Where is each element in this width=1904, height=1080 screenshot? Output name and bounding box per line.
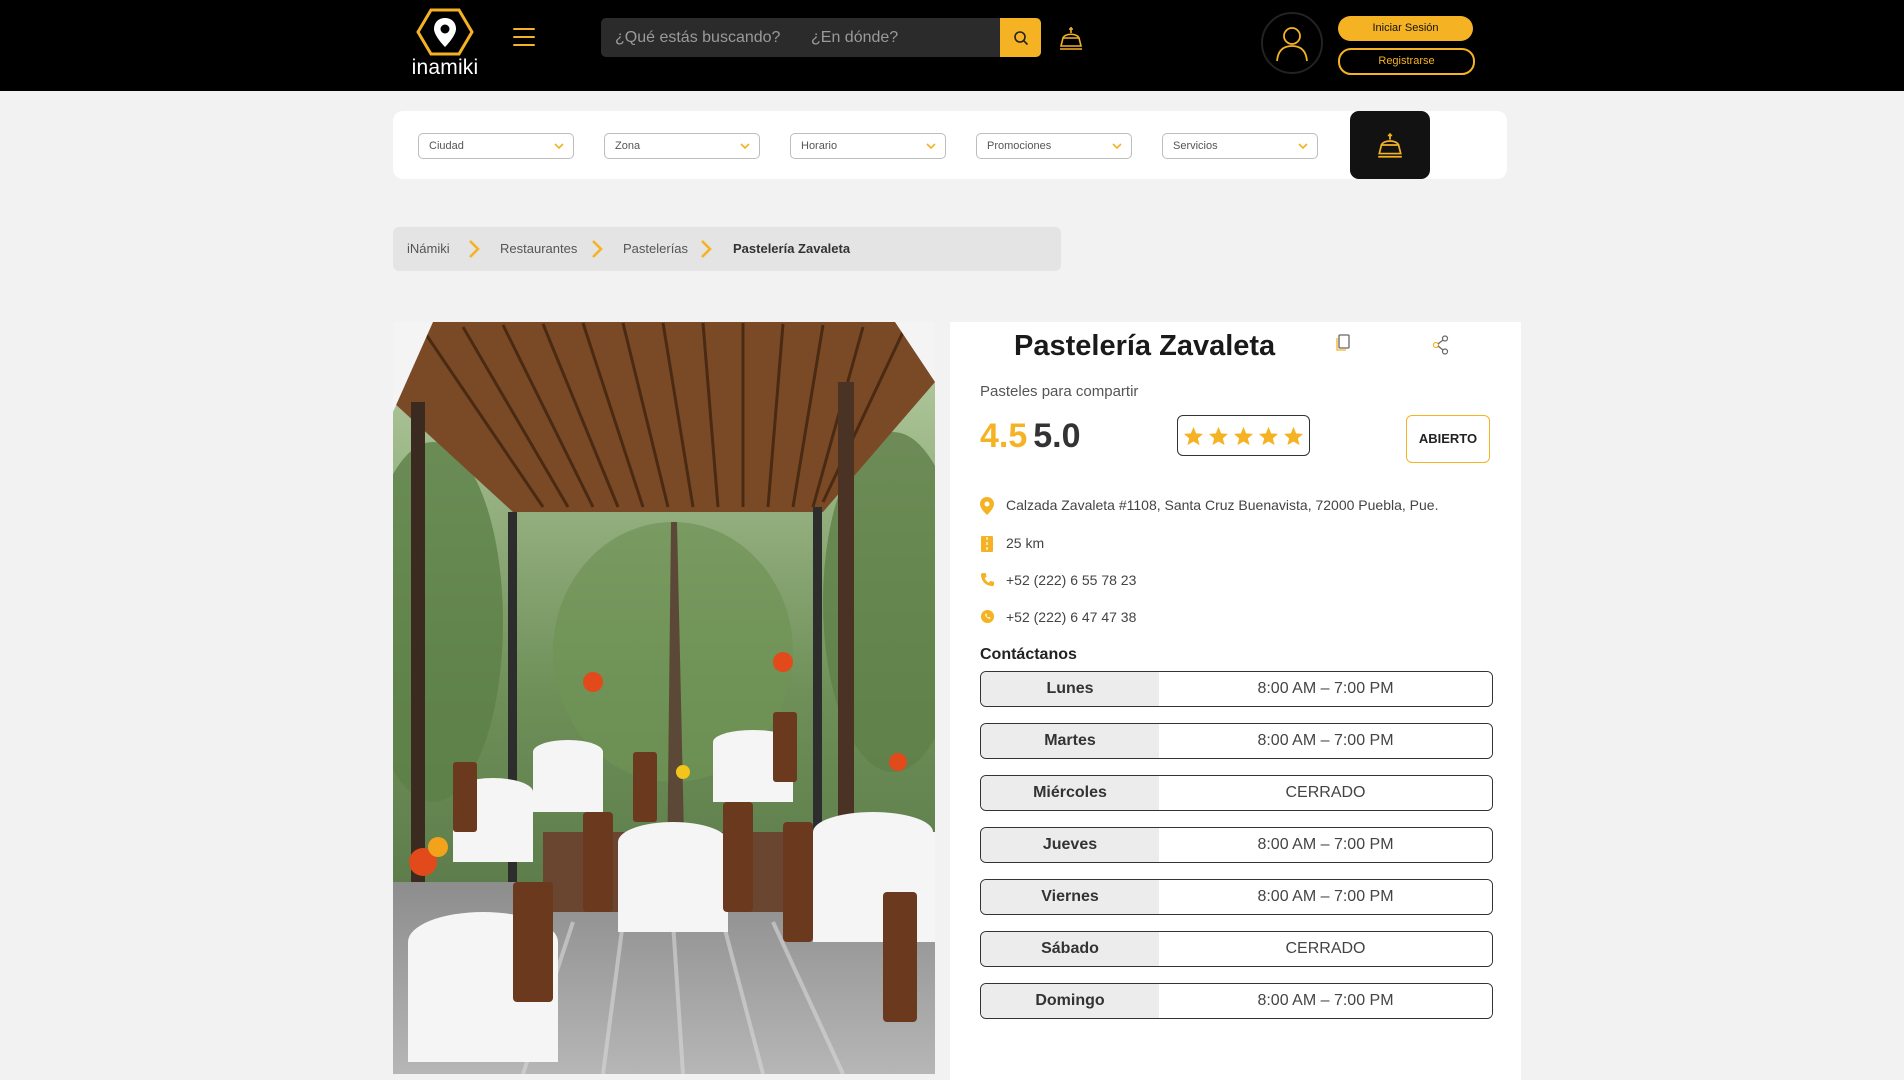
rating-max: 5.0 — [1033, 417, 1081, 455]
logo[interactable]: inamiki — [405, 8, 485, 83]
chevron-down-icon — [554, 143, 564, 150]
chevron-down-icon — [926, 143, 936, 150]
filter-label: Ciudad — [429, 140, 464, 152]
phone-icon — [980, 572, 995, 587]
hours-time: 8:00 AM – 7:00 PM — [1159, 828, 1492, 862]
login-button[interactable]: Iniciar Sesión — [1338, 16, 1473, 41]
filter-label: Servicios — [1173, 140, 1218, 152]
chevron-down-icon — [740, 143, 750, 150]
copy-icon[interactable] — [1335, 334, 1351, 352]
rating-value: 4.5 — [980, 417, 1028, 455]
star-icon — [1183, 426, 1204, 445]
chevron-down-icon — [1112, 143, 1122, 150]
breadcrumb-item-home[interactable]: iNámiki — [407, 227, 450, 271]
pastry-icon — [1378, 133, 1402, 158]
business-tagline: Pasteles para compartir — [980, 383, 1139, 400]
chevron-right-icon — [469, 240, 480, 258]
filter-apply-button[interactable] — [1350, 111, 1430, 179]
hours-time: CERRADO — [1159, 932, 1492, 966]
hours-time: 8:00 AM – 7:00 PM — [1159, 724, 1492, 758]
filter-ciudad[interactable]: Ciudad — [418, 133, 574, 159]
hours-section-title: Contáctanos — [980, 646, 1077, 663]
search-where-input[interactable] — [811, 18, 991, 57]
distance-icon — [981, 536, 993, 552]
pastry-icon[interactable] — [1058, 24, 1084, 52]
hours-day: Lunes — [981, 672, 1159, 706]
restaurant-terrace-image — [393, 322, 935, 1074]
address-text: Calzada Zavaleta #1108, Santa Cruz Buena… — [1006, 497, 1439, 513]
hours-row-jueves: Jueves 8:00 AM – 7:00 PM — [980, 827, 1493, 863]
star-icon — [1233, 426, 1254, 445]
chevron-right-icon — [701, 240, 712, 258]
phone-text[interactable]: +52 (222) 6 55 78 23 — [1006, 572, 1136, 588]
breadcrumb-item-pastelerias[interactable]: Pastelerías — [623, 227, 688, 271]
hours-time: 8:00 AM – 7:00 PM — [1159, 984, 1492, 1018]
hours-row-sabado: Sábado CERRADO — [980, 931, 1493, 967]
breadcrumb: iNámiki Restaurantes Pastelerías Pastele… — [393, 227, 1061, 271]
top-header: inamiki Iniciar Sesión Registrarse — [0, 0, 1904, 91]
hours-day: Viernes — [981, 880, 1159, 914]
status-badge: ABIERTO — [1406, 415, 1490, 463]
star-icon — [1208, 426, 1229, 445]
hours-day: Domingo — [981, 984, 1159, 1018]
star-icon — [1283, 426, 1304, 445]
hours-row-martes: Martes 8:00 AM – 7:00 PM — [980, 723, 1493, 759]
whatsapp-text[interactable]: +52 (222) 6 47 47 38 — [1006, 609, 1136, 625]
user-avatar[interactable] — [1261, 12, 1323, 74]
filter-label: Zona — [615, 140, 641, 152]
filter-zona[interactable]: Zona — [604, 133, 760, 159]
breadcrumb-item-current: Pastelería Zavaleta — [733, 241, 851, 256]
distance-text: 25 km — [1006, 535, 1045, 551]
location-pin-icon — [980, 497, 994, 515]
hours-row-domingo: Domingo 8:00 AM – 7:00 PM — [980, 983, 1493, 1019]
search-what-input[interactable] — [615, 18, 805, 57]
star-icon — [1258, 426, 1279, 445]
hours-row-lunes: Lunes 8:00 AM – 7:00 PM — [980, 671, 1493, 707]
hours-day: Miércoles — [981, 776, 1159, 810]
search-icon — [1013, 30, 1028, 45]
hours-time: 8:00 AM – 7:00 PM — [1159, 880, 1492, 914]
filter-label: Promociones — [987, 140, 1052, 152]
star-rating[interactable] — [1177, 415, 1310, 456]
share-icon[interactable] — [1432, 335, 1450, 355]
hours-row-miercoles: Miércoles CERRADO — [980, 775, 1493, 811]
filter-label: Horario — [801, 140, 838, 152]
whatsapp-icon — [980, 609, 995, 624]
logo-text: inamiki — [411, 56, 479, 79]
hours-time: 8:00 AM – 7:00 PM — [1159, 672, 1492, 706]
logo-pin-icon — [416, 8, 474, 56]
business-photo — [393, 322, 935, 1074]
menu-icon[interactable] — [513, 28, 535, 48]
hours-day: Sábado — [981, 932, 1159, 966]
filter-promociones[interactable]: Promociones — [976, 133, 1132, 159]
chevron-down-icon — [1298, 143, 1308, 150]
search-bar — [601, 18, 1041, 57]
rating-score: 4.5 5.0 — [980, 417, 1081, 456]
search-button[interactable] — [1000, 18, 1041, 57]
hours-day: Martes — [981, 724, 1159, 758]
business-detail-panel: Pastelería Zavaleta Pasteles para compar… — [950, 322, 1521, 1080]
filter-horario[interactable]: Horario — [790, 133, 946, 159]
hours-row-viernes: Viernes 8:00 AM – 7:00 PM — [980, 879, 1493, 915]
user-icon — [1276, 27, 1308, 62]
register-button[interactable]: Registrarse — [1338, 48, 1475, 75]
chevron-right-icon — [592, 240, 603, 258]
business-name: Pastelería Zavaleta — [1014, 330, 1276, 362]
filter-bar: Ciudad Zona Horario Promociones Servicio… — [393, 111, 1507, 179]
filter-servicios[interactable]: Servicios — [1162, 133, 1318, 159]
breadcrumb-item-restaurantes[interactable]: Restaurantes — [500, 227, 577, 271]
hours-time: CERRADO — [1159, 776, 1492, 810]
hours-day: Jueves — [981, 828, 1159, 862]
